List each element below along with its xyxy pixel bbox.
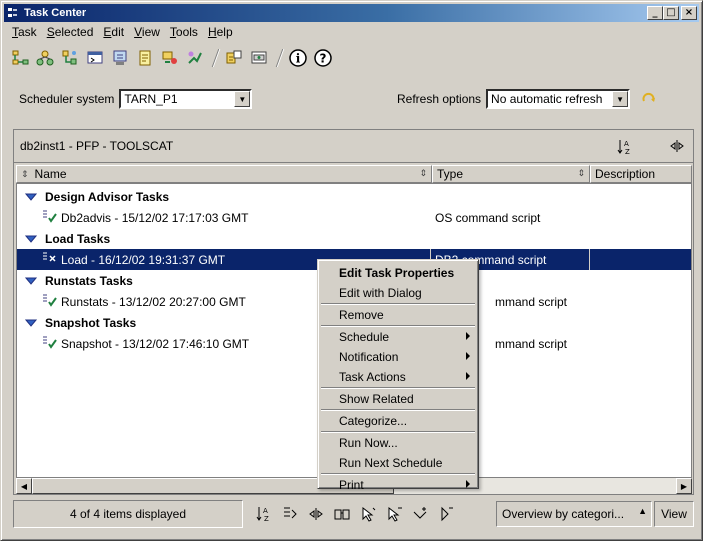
filter-icon[interactable] bbox=[279, 503, 301, 525]
refresh-label: Refresh options bbox=[397, 92, 482, 106]
menu-item-print[interactable]: Print bbox=[320, 475, 476, 495]
toolbar: i ? bbox=[9, 45, 689, 71]
task-center-icon[interactable] bbox=[109, 47, 131, 69]
view-button[interactable]: View bbox=[654, 501, 694, 527]
menu-item-notification[interactable]: Notification bbox=[320, 347, 476, 367]
info-icon[interactable]: i bbox=[287, 47, 309, 69]
submenu-arrow-icon bbox=[466, 332, 470, 340]
replication-center-icon[interactable] bbox=[34, 47, 56, 69]
minimize-button[interactable]: _ bbox=[647, 6, 663, 20]
menu-item-edit-task-properties[interactable]: Edit Task Properties bbox=[320, 263, 476, 283]
column-header-name[interactable]: ⇕ Name ⇕ bbox=[16, 165, 432, 183]
script-task-icon bbox=[41, 251, 57, 268]
journal-icon[interactable] bbox=[134, 47, 156, 69]
column-header-description[interactable]: Description bbox=[590, 165, 692, 183]
customize-columns-icon[interactable] bbox=[668, 139, 686, 156]
column-header-row: ⇕ Name ⇕ Type ⇕ Description bbox=[16, 165, 692, 183]
scheduler-select[interactable]: TARN_P1 ▼ bbox=[119, 89, 253, 109]
svg-text:Z: Z bbox=[625, 148, 630, 156]
expand-triangle-icon[interactable] bbox=[25, 319, 39, 327]
development-center-icon[interactable] bbox=[184, 47, 206, 69]
deselect-all-icon[interactable] bbox=[383, 503, 405, 525]
submenu-arrow-icon bbox=[466, 480, 470, 488]
find-icon[interactable] bbox=[331, 503, 353, 525]
svg-text:?: ? bbox=[320, 52, 327, 66]
refresh-select[interactable]: No automatic refresh ▼ bbox=[486, 89, 631, 109]
menu-item-schedule[interactable]: Schedule bbox=[320, 327, 476, 347]
scheduler-row: Scheduler system TARN_P1 ▼ bbox=[19, 89, 253, 109]
menu-item-run-now[interactable]: Run Now... bbox=[320, 433, 476, 453]
sort-arrow-icon: ⇕ bbox=[419, 168, 427, 178]
refresh-icon[interactable] bbox=[638, 88, 660, 110]
task-center-window: Task Center _ □ × Task Selected Edit Vie… bbox=[0, 0, 703, 541]
status-bar: 4 of 4 items displayed AZ Overview by ca… bbox=[13, 500, 694, 528]
sort-icon[interactable]: AZ bbox=[616, 138, 634, 159]
svg-text:A: A bbox=[624, 140, 629, 148]
window-title: Task Center bbox=[24, 7, 87, 19]
svg-text:A: A bbox=[263, 507, 268, 515]
menu-item-run-next-schedule[interactable]: Run Next Schedule bbox=[320, 453, 476, 473]
help-icon[interactable]: ? bbox=[312, 47, 334, 69]
menu-view[interactable]: View bbox=[129, 24, 165, 42]
chevron-down-icon[interactable]: ▼ bbox=[234, 91, 251, 107]
svg-text:Z: Z bbox=[264, 515, 269, 523]
panel-title: db2inst1 - PFP - TOOLSCAT bbox=[20, 139, 174, 153]
table-row[interactable]: Db2advis - 15/12/02 17:17:03 GMT OS comm… bbox=[17, 207, 691, 228]
script-task-icon bbox=[41, 335, 57, 352]
menu-bar: Task Selected Edit View Tools Help bbox=[7, 24, 238, 42]
contacts-icon[interactable] bbox=[223, 47, 245, 69]
view-select[interactable]: Overview by categori... ▲ bbox=[496, 501, 652, 527]
group-row[interactable]: Design Advisor Tasks bbox=[17, 186, 691, 207]
scroll-left-button[interactable]: ◀ bbox=[16, 478, 32, 494]
expand-all-icon[interactable] bbox=[409, 503, 431, 525]
title-bar[interactable]: Task Center _ □ × bbox=[4, 4, 699, 22]
submenu-arrow-icon bbox=[466, 372, 470, 380]
maximize-button[interactable]: □ bbox=[663, 6, 679, 20]
control-center-icon[interactable] bbox=[9, 47, 31, 69]
status-toolbar: AZ bbox=[253, 503, 457, 525]
satellite-admin-icon[interactable] bbox=[59, 47, 81, 69]
tools-settings-icon[interactable] bbox=[248, 47, 270, 69]
context-menu: Edit Task Properties Edit with Dialog Re… bbox=[317, 259, 479, 492]
customize-columns-icon[interactable] bbox=[305, 503, 327, 525]
column-header-type[interactable]: Type ⇕ bbox=[432, 165, 590, 183]
close-button[interactable]: × bbox=[681, 6, 697, 20]
group-row[interactable]: Load Tasks bbox=[17, 228, 691, 249]
menu-item-edit-with-dialog[interactable]: Edit with Dialog bbox=[320, 283, 476, 303]
menu-item-show-related[interactable]: Show Related bbox=[320, 389, 476, 409]
menu-item-remove[interactable]: Remove bbox=[320, 305, 476, 325]
menu-item-categorize[interactable]: Categorize... bbox=[320, 411, 476, 431]
sort-arrow-icon: ⇕ bbox=[21, 168, 29, 179]
menu-help[interactable]: Help bbox=[203, 24, 238, 42]
license-center-icon[interactable] bbox=[159, 47, 181, 69]
command-center-icon[interactable] bbox=[84, 47, 106, 69]
task-center-app-icon bbox=[6, 6, 20, 20]
expand-triangle-icon[interactable] bbox=[25, 235, 39, 243]
menu-task[interactable]: Task bbox=[7, 24, 42, 42]
script-task-icon bbox=[41, 293, 57, 310]
chevron-up-icon[interactable]: ▲ bbox=[638, 506, 647, 516]
sort-icon[interactable]: AZ bbox=[253, 503, 275, 525]
menu-edit[interactable]: Edit bbox=[98, 24, 129, 42]
menu-item-task-actions[interactable]: Task Actions bbox=[320, 367, 476, 387]
items-displayed-count: 4 of 4 items displayed bbox=[13, 500, 243, 528]
expand-triangle-icon[interactable] bbox=[25, 193, 39, 201]
menu-tools[interactable]: Tools bbox=[165, 24, 203, 42]
toolbar-separator bbox=[277, 47, 283, 69]
chevron-down-icon[interactable]: ▼ bbox=[612, 91, 629, 107]
submenu-arrow-icon bbox=[466, 352, 470, 360]
expand-triangle-icon[interactable] bbox=[25, 277, 39, 285]
panel-header: db2inst1 - PFP - TOOLSCAT AZ bbox=[14, 130, 693, 163]
collapse-all-icon[interactable] bbox=[435, 503, 457, 525]
scheduler-label: Scheduler system bbox=[19, 92, 115, 106]
svg-text:i: i bbox=[296, 52, 301, 66]
scroll-right-button[interactable]: ▶ bbox=[676, 478, 692, 494]
refresh-row: Refresh options No automatic refresh ▼ bbox=[397, 89, 663, 109]
toolbar-separator bbox=[213, 47, 219, 69]
select-all-icon[interactable] bbox=[357, 503, 379, 525]
script-task-icon bbox=[41, 209, 57, 226]
sort-arrow-icon: ⇕ bbox=[577, 168, 585, 178]
menu-selected[interactable]: Selected bbox=[42, 24, 99, 42]
